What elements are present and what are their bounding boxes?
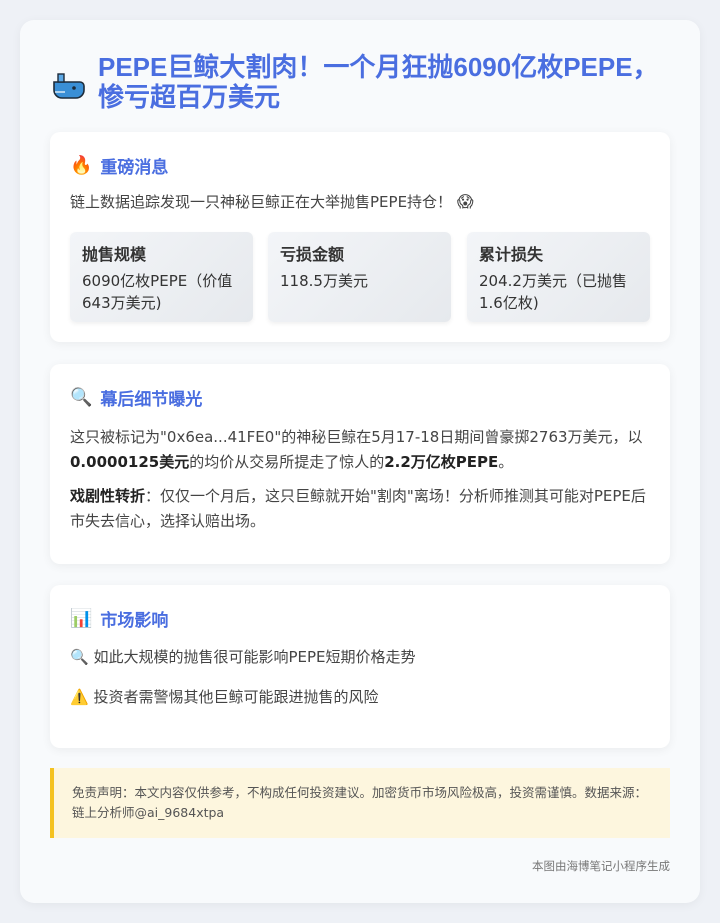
magnifier-icon: 🔍: [70, 386, 93, 408]
detail-heading: 🔍 幕后细节曝光: [70, 385, 202, 410]
scream-face-icon: 😱: [456, 192, 474, 211]
whale-icon: [53, 73, 85, 99]
market-title: 市场影响: [100, 611, 169, 631]
news-intro: 链上数据追踪发现一只神秘巨鲸正在大举抛售PEPE持仓！: [70, 193, 453, 211]
detail-text: 的均价从交易所提走了惊人的: [189, 453, 385, 471]
market-heading: 📊 市场影响: [70, 606, 168, 631]
detail-paragraph-2: 戏剧性转折：仅仅一个月后，这只巨鲸就开始"割肉"离场！分析师推测其可能对PEPE…: [70, 484, 650, 534]
withdrawn-amount: 2.2万亿枚PEPE: [384, 453, 499, 471]
market-item-text: 如此大规模的抛售很可能影响PEPE短期价格走势: [93, 648, 416, 666]
stat-card-loss-amount: 亏损金额 118.5万美元: [268, 232, 451, 322]
twist-label: 戏剧性转折: [70, 487, 146, 505]
detail-text: ：仅仅一个月后，这只巨鲸就开始"割肉"离场！分析师推测其可能对PEPE后市失去信…: [70, 487, 646, 530]
stat-value: 118.5万美元: [280, 272, 368, 290]
detail-title: 幕后细节曝光: [100, 390, 203, 410]
detail-text: 这只被标记为"0x6ea...41FE0"的神秘巨鲸在5月17-18日期间曾豪掷…: [70, 428, 643, 446]
stat-label: 累计损失: [479, 245, 544, 264]
stat-value: 204.2万美元（已抛售1.6亿枚): [479, 272, 627, 312]
market-item-text: 投资者需警惕其他巨鲸可能跟进抛售的风险: [93, 688, 379, 706]
detail-card: 🔍 幕后细节曝光 这只被标记为"0x6ea...41FE0"的神秘巨鲸在5月17…: [50, 364, 670, 564]
stat-label: 抛售规模: [82, 245, 147, 264]
stat-card-sell-volume: 抛售规模 6090亿枚PEPE（价值643万美元): [70, 232, 253, 322]
detail-text: 。: [498, 453, 514, 471]
news-intro-line: 链上数据追踪发现一只神秘巨鲸正在大举抛售PEPE持仓！ 😱: [70, 190, 650, 215]
fire-icon: 🔥: [70, 154, 93, 176]
stat-value: 6090亿枚PEPE（价值643万美元): [82, 272, 233, 312]
stat-label: 亏损金额: [280, 245, 345, 264]
page-title: PEPE巨鲸大割肉！一个月狂抛6090亿枚PEPE，惨亏超百万美元: [98, 52, 659, 112]
avg-price: 0.0000125美元: [70, 453, 190, 471]
warning-icon: ⚠️: [70, 688, 89, 706]
disclaimer: 免责声明：本文内容仅供参考，不构成任何投资建议。加密货币市场风险极高，投资需谨慎…: [50, 768, 670, 838]
market-item: 🔍 如此大规模的抛售很可能影响PEPE短期价格走势: [70, 645, 650, 670]
market-item: ⚠️ 投资者需警惕其他巨鲸可能跟进抛售的风险: [70, 685, 650, 710]
magnifier-icon: 🔍: [70, 648, 89, 666]
bar-chart-icon: 📊: [70, 607, 93, 629]
header: PEPE巨鲸大割肉！一个月狂抛6090亿枚PEPE，惨亏超百万美元: [52, 52, 672, 112]
poster: PEPE巨鲸大割肉！一个月狂抛6090亿枚PEPE，惨亏超百万美元 🔥 重磅消息…: [20, 20, 700, 903]
stat-card-total-loss: 累计损失 204.2万美元（已抛售1.6亿枚): [467, 232, 650, 322]
footer-credit: 本图由海博笔记小程序生成: [532, 859, 670, 873]
market-card: 📊 市场影响 🔍 如此大规模的抛售很可能影响PEPE短期价格走势 ⚠️ 投资者需…: [50, 585, 670, 748]
news-title: 重磅消息: [100, 158, 169, 178]
news-card: 🔥 重磅消息 链上数据追踪发现一只神秘巨鲸正在大举抛售PEPE持仓！ 😱 抛售规…: [50, 132, 670, 342]
news-heading: 🔥 重磅消息: [70, 153, 168, 178]
detail-paragraph-1: 这只被标记为"0x6ea...41FE0"的神秘巨鲸在5月17-18日期间曾豪掷…: [70, 425, 650, 475]
